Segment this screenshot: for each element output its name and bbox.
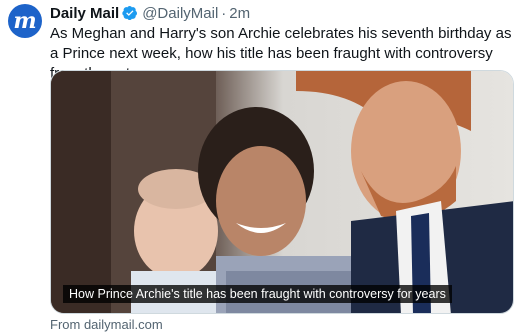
tweet-timestamp[interactable]: 2m: [229, 5, 250, 22]
verified-badge-icon: [122, 5, 138, 21]
author-handle[interactable]: @DailyMail: [142, 5, 218, 22]
media-caption: How Prince Archie's title has been fraug…: [63, 285, 452, 303]
tweet-media-card[interactable]: How Prince Archie's title has been fraug…: [50, 70, 514, 314]
tweet-header: Daily Mail @DailyMail · 2m: [50, 4, 250, 22]
tweet[interactable]: m Daily Mail @DailyMail · 2m As Meghan a…: [0, 0, 525, 332]
avatar-logo: m: [13, 8, 37, 34]
header-separator: ·: [221, 4, 227, 22]
author-name[interactable]: Daily Mail: [50, 5, 119, 22]
avatar[interactable]: m: [8, 4, 42, 38]
media-photo: [51, 71, 513, 313]
link-source[interactable]: From dailymail.com: [50, 317, 163, 332]
